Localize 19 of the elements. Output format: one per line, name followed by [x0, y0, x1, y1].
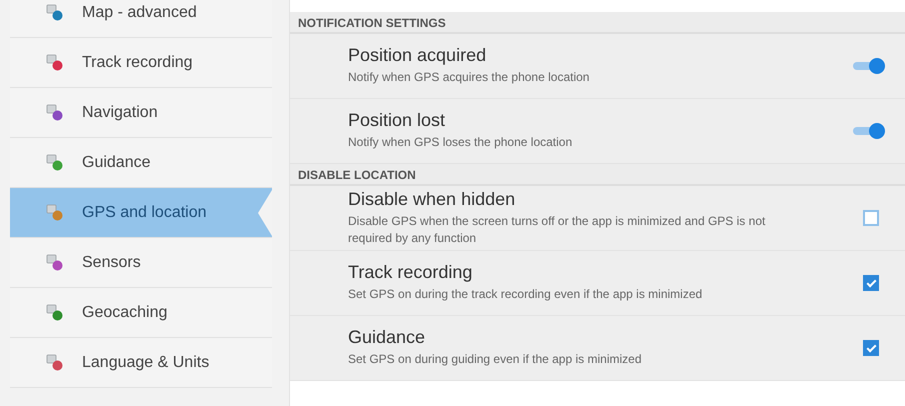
setting-description: Set GPS on during guiding even if the app is minimized	[348, 351, 643, 368]
setting-description: Notify when GPS loses the phone location	[348, 134, 574, 152]
checkbox[interactable]	[863, 210, 879, 226]
setting-title: Track recording	[348, 262, 474, 284]
checkbox[interactable]	[863, 340, 879, 356]
setting-description: Set GPS on during the track recording even if the app is minimized	[348, 286, 704, 304]
section-header: DISABLE LOCATION	[290, 164, 905, 186]
selection-notch	[258, 190, 272, 236]
checkbox[interactable]	[863, 275, 879, 291]
sidebar-item[interactable]: GPS and location	[10, 188, 272, 238]
setting-description: Notify when GPS acquires the phone location	[348, 69, 590, 86]
toggle-switch[interactable]	[853, 123, 885, 139]
setting-title: Position lost	[348, 110, 446, 132]
setting-title: Position acquired	[348, 45, 488, 66]
toggle-switch[interactable]	[853, 58, 885, 74]
setting-description: Disable GPS when the screen turns off or the app is minimized and GPS is not required by any function	[348, 212, 766, 247]
setting-title: Disable when hidden	[348, 188, 516, 210]
setting-title: Guidance	[348, 327, 426, 348]
section-header: NOTIFICATION SETTINGS	[290, 12, 905, 34]
